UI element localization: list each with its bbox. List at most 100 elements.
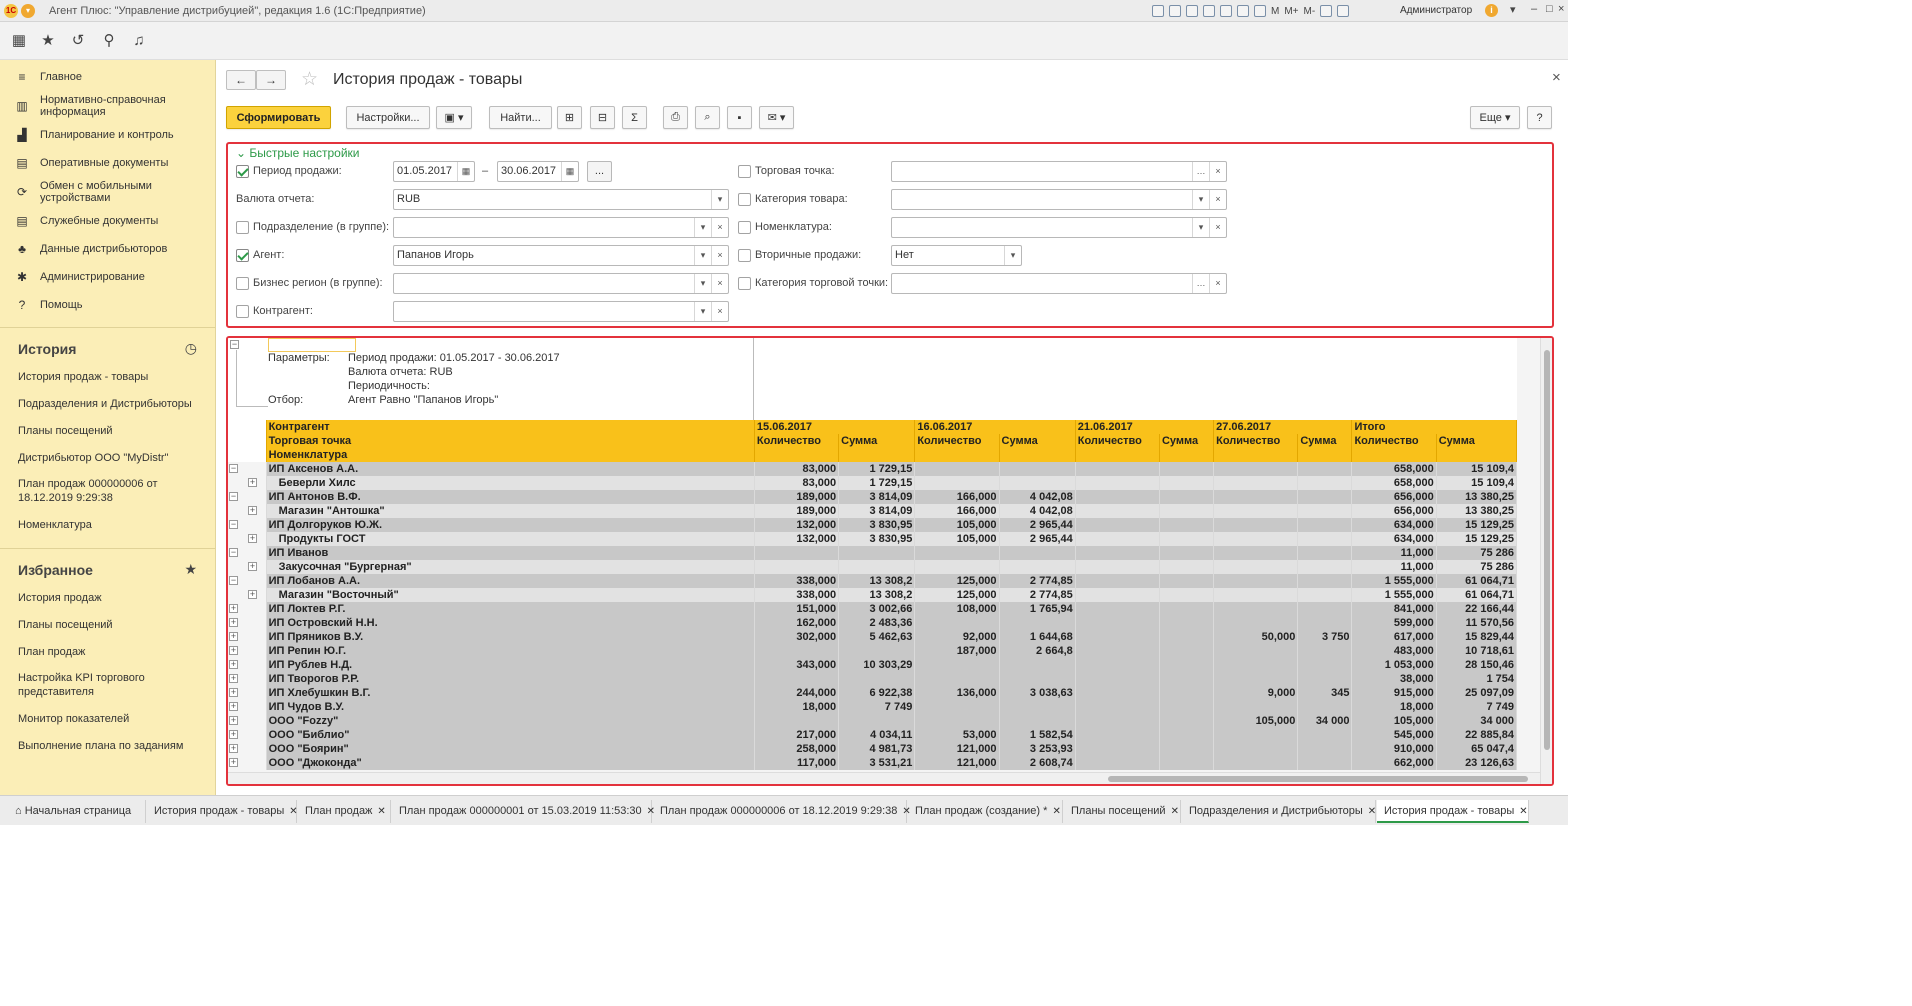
outlet-row[interactable]: + Закусочная "Бургерная" 11,000 75 286 xyxy=(228,560,1518,574)
region-field[interactable]: ▾ × xyxy=(393,273,729,294)
forward-button[interactable]: → xyxy=(256,70,286,90)
close-icon[interactable]: ✕ xyxy=(289,806,297,817)
division-field[interactable]: ▾ × xyxy=(393,217,729,238)
close-icon[interactable]: ✕ xyxy=(1052,806,1060,817)
user-name[interactable]: Администратор xyxy=(1400,5,1472,16)
close-icon[interactable]: ✕ xyxy=(377,806,385,817)
expand-icon[interactable]: + xyxy=(229,604,238,613)
sidebar-item-mobile-exchange[interactable]: ⟳ Обмен с мобильными устройствами xyxy=(0,177,215,207)
collapse-groups-icon[interactable]: ⊟ xyxy=(590,106,615,129)
find-button[interactable]: Найти... xyxy=(489,106,552,129)
contractor-row[interactable]: + ИП Островский Н.Н. 162,000 2 483,36 599,00… xyxy=(228,616,1518,630)
expand-icon[interactable]: + xyxy=(229,702,238,711)
calendar-icon[interactable] xyxy=(1237,5,1249,17)
expand-icon[interactable]: + xyxy=(248,506,258,515)
expand-groups-icon[interactable]: ⊞ xyxy=(557,106,582,129)
agent-field[interactable]: Папанов Игорь ▾ × xyxy=(393,245,729,266)
favorite-link[interactable]: История продаж xyxy=(0,584,215,611)
clear-icon[interactable]: × xyxy=(1209,190,1226,209)
collapse-icon[interactable]: − xyxy=(230,340,239,349)
sidebar-item-reference[interactable]: ▥ Нормативно-справочная информация xyxy=(0,91,215,121)
favorite-link[interactable]: План продаж xyxy=(0,638,215,665)
memory-button[interactable]: М xyxy=(1271,6,1279,17)
preview-icon[interactable]: ⌕ xyxy=(695,106,720,129)
main-menu-icon[interactable]: ▾ xyxy=(21,4,35,18)
star-icon[interactable]: ★ xyxy=(184,561,197,578)
contractor-row[interactable]: − ИП Аксенов А.А. 83,000 1 729,15 658,000 15 … xyxy=(228,462,1518,476)
period-to-field[interactable]: 30.06.2017 ▦ xyxy=(497,161,579,182)
nomenclature-checkbox[interactable] xyxy=(738,221,751,234)
contractor-row[interactable]: + ИП Чудов В.У. 18,000 7 749 18,000 7 749 xyxy=(228,700,1518,714)
expand-icon[interactable]: + xyxy=(229,618,238,627)
vertical-scrollbar[interactable] xyxy=(1540,338,1552,784)
search-icon[interactable]: ⚲ xyxy=(101,33,117,49)
expand-icon[interactable]: + xyxy=(229,646,238,655)
outlet-category-field[interactable]: … × xyxy=(891,273,1227,294)
chevron-down-icon[interactable]: ▾ xyxy=(694,274,711,293)
minimize-icon[interactable]: – xyxy=(1531,3,1537,15)
contractor-row[interactable]: + ИП Творогов Р.Р. 38,000 1 754 xyxy=(228,672,1518,686)
period-from-field[interactable]: 01.05.2017 ▦ xyxy=(393,161,475,182)
history-link[interactable]: Планы посещений xyxy=(0,417,215,444)
preview-icon[interactable] xyxy=(1186,5,1198,17)
outlet-field[interactable]: … × xyxy=(891,161,1227,182)
period-select-button[interactable]: ... xyxy=(587,161,612,182)
contractor-row[interactable]: + ООО "Fozzy" 105,000 34 000 105,000 34 000 xyxy=(228,714,1518,728)
division-checkbox[interactable] xyxy=(236,221,249,234)
save-icon[interactable] xyxy=(1152,5,1164,17)
settings-button[interactable]: Настройки... xyxy=(346,106,430,129)
close-icon[interactable]: ✕ xyxy=(1171,806,1179,817)
contractor-row[interactable]: + ИП Рублев Н.Д. 343,000 10 303,29 1 053,000… xyxy=(228,658,1518,672)
chevron-down-icon[interactable]: ▾ xyxy=(711,190,728,209)
expand-icon[interactable]: + xyxy=(248,534,258,543)
agent-checkbox[interactable] xyxy=(236,249,249,262)
tab-divisions[interactable]: Подразделения и Дистрибьюторы ✕ xyxy=(1182,800,1376,823)
contractor-row[interactable]: + ИП Хлебушкин В.Г. 244,000 6 922,38 136,000… xyxy=(228,686,1518,700)
print-icon[interactable] xyxy=(1169,5,1181,17)
select-dots-icon[interactable]: … xyxy=(1192,274,1209,293)
secondary-checkbox[interactable] xyxy=(738,249,751,262)
history-link[interactable]: Подразделения и Дистрибьюторы xyxy=(0,390,215,417)
expand-icon[interactable]: + xyxy=(229,632,238,641)
zoom-icon[interactable] xyxy=(1320,5,1333,17)
memory-minus-button[interactable]: М- xyxy=(1304,6,1316,17)
tab-home[interactable]: ⌂ Начальная страница xyxy=(8,800,146,823)
clear-icon[interactable]: × xyxy=(1209,162,1226,181)
clear-icon[interactable]: × xyxy=(711,218,728,237)
contractor-row[interactable]: − ИП Лобанов А.А. 338,000 13 308,2 125,000 2 … xyxy=(228,574,1518,588)
sidebar-item-admin[interactable]: ✱ Администрирование xyxy=(0,263,215,291)
horizontal-scrollbar[interactable] xyxy=(228,772,1540,784)
contractor-row[interactable]: + ООО "Джоконда" 117,000 3 531,21 121,000 2 6… xyxy=(228,756,1518,770)
chevron-down-icon[interactable]: ▾ xyxy=(694,302,711,321)
send-mail-dropdown-button[interactable]: ✉ ▾ xyxy=(759,106,794,129)
clear-icon[interactable]: × xyxy=(1209,218,1226,237)
outlet-row[interactable]: + Магазин "Восточный" 338,000 13 308,2 125,0… xyxy=(228,588,1518,602)
collapse-icon[interactable]: − xyxy=(229,576,238,585)
apps-grid-icon[interactable]: ▦ xyxy=(11,33,27,49)
select-dots-icon[interactable]: … xyxy=(1192,162,1209,181)
clear-icon[interactable]: × xyxy=(711,302,728,321)
expand-icon[interactable]: + xyxy=(229,716,238,725)
close-icon[interactable]: × xyxy=(1558,3,1564,15)
chevron-down-icon[interactable]: ▾ xyxy=(694,218,711,237)
quick-settings-title[interactable]: ⌄ Быстрые настройки xyxy=(236,146,360,160)
tab-sales-plan-1[interactable]: План продаж 000000001 от 15.03.2019 11:5… xyxy=(392,800,655,823)
favorite-link[interactable]: Монитор показателей xyxy=(0,705,215,732)
link-icon[interactable] xyxy=(1203,5,1215,17)
contractor-row[interactable]: − ИП Долгоруков Ю.Ж. 132,000 3 830,95 105,00… xyxy=(228,518,1518,532)
contractor-field[interactable]: ▾ × xyxy=(393,301,729,322)
chevron-down-icon[interactable]: ▾ xyxy=(1004,246,1021,265)
sidebar-item-operations[interactable]: ▤ Оперативные документы xyxy=(0,149,215,177)
contractor-checkbox[interactable] xyxy=(236,305,249,318)
expand-icon[interactable]: + xyxy=(248,590,258,599)
outlet-checkbox[interactable] xyxy=(738,165,751,178)
contractor-row[interactable]: + ООО "Боярин" 258,000 4 981,73 121,000 3 253… xyxy=(228,742,1518,756)
contractor-row[interactable]: − ИП Антонов В.Ф. 189,000 3 814,09 166,000 4 … xyxy=(228,490,1518,504)
sidebar-item-help[interactable]: ? Помощь xyxy=(0,291,215,319)
region-checkbox[interactable] xyxy=(236,277,249,290)
close-icon[interactable]: × xyxy=(1552,69,1561,86)
close-icon[interactable]: ✕ xyxy=(1519,806,1527,817)
contractor-row[interactable]: + ИП Репин Ю.Г. 187,000 2 664,8 483,000 10 71… xyxy=(228,644,1518,658)
expand-icon[interactable]: + xyxy=(229,688,238,697)
tab-sales-history-active[interactable]: История продаж - товары ✕ xyxy=(1377,800,1529,823)
